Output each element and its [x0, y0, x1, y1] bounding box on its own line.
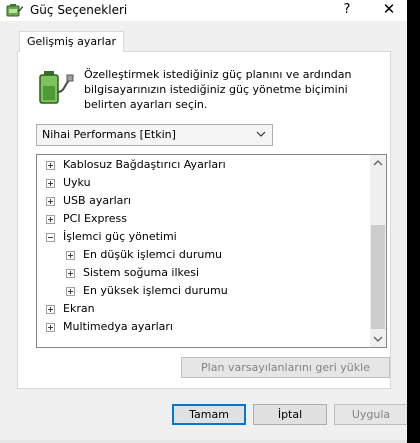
expand-icon[interactable] — [46, 197, 55, 206]
power-options-app-icon — [6, 2, 24, 18]
scrollbar-thumb[interactable] — [371, 225, 385, 329]
expand-icon[interactable] — [46, 179, 55, 188]
expand-icon[interactable] — [46, 215, 55, 224]
expand-icon[interactable] — [66, 269, 75, 278]
expand-icon[interactable] — [66, 251, 75, 260]
tree-item-label: İşlemci güç yönetimi — [63, 230, 177, 243]
close-button[interactable]: ✕ — [371, 0, 407, 21]
help-button[interactable]: ? — [333, 0, 361, 21]
tree-item-label: Sistem soğuma ilkesi — [83, 266, 200, 279]
window-title: Güç Seçenekleri — [30, 3, 128, 17]
background-strip — [407, 0, 420, 443]
expand-icon[interactable] — [46, 323, 55, 332]
collapse-icon[interactable] — [46, 233, 55, 242]
scroll-down-arrow-icon[interactable] — [370, 330, 386, 347]
power-plan-dropdown[interactable]: Nihai Performans [Etkin] — [36, 124, 273, 146]
tab-advanced-settings[interactable]: Gelişmiş ayarlar — [19, 31, 124, 52]
tree-item-label: PCI Express — [63, 212, 128, 225]
title-bar[interactable]: Güç Seçenekleri ? ✕ — [0, 0, 407, 21]
description-text: Özelleştirmek istediğiniz güç planını ve… — [84, 68, 352, 111]
cancel-button[interactable]: İptal — [253, 404, 327, 425]
tree-item-label: Ekran — [63, 302, 95, 315]
expand-icon[interactable] — [66, 287, 75, 296]
tree-item-label: Multimedya ayarları — [63, 320, 173, 333]
vertical-scrollbar[interactable] — [370, 155, 386, 347]
chevron-down-icon — [256, 129, 266, 139]
tree-item-label: En yüksek işlemci durumu — [83, 284, 228, 297]
scroll-up-arrow-icon[interactable] — [370, 155, 386, 172]
tree-item-label: Uyku — [63, 176, 91, 189]
settings-tree[interactable]: Kablosuz Bağdaştırıcı Ayarları Uyku USB … — [36, 154, 387, 348]
expand-icon[interactable] — [46, 161, 55, 170]
power-plan-selected-value: Nihai Performans [Etkin] — [42, 128, 176, 141]
ok-button[interactable]: Tamam — [172, 404, 246, 425]
power-options-dialog: Güç Seçenekleri ? ✕ Gelişmiş ayarlar Öze… — [0, 0, 408, 443]
tree-item-label: En düşük işlemci durumu — [83, 248, 223, 261]
apply-button[interactable]: Uygula — [334, 404, 408, 425]
expand-icon[interactable] — [46, 305, 55, 314]
tree-item-label: Kablosuz Bağdaştırıcı Ayarları — [63, 158, 226, 171]
tree-item-label: USB ayarları — [63, 194, 131, 207]
battery-plug-icon — [38, 68, 74, 108]
restore-plan-defaults-button[interactable]: Plan varsayılanlarını geri yükle — [181, 357, 390, 378]
